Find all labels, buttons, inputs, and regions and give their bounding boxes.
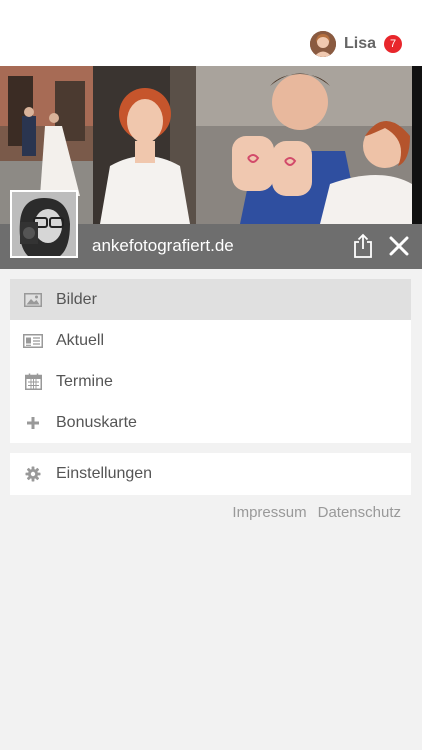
main-menu: Bilder Aktuell Termine Bonuskarte [10, 279, 411, 443]
share-button[interactable] [350, 232, 376, 260]
image-icon [10, 292, 56, 307]
menu-item-bonuskarte[interactable]: Bonuskarte [10, 402, 411, 443]
gear-icon [10, 466, 56, 482]
top-bar: Lisa 7 [0, 0, 422, 66]
profile-thumbnail[interactable] [10, 190, 78, 258]
menu-item-aktuell[interactable]: Aktuell [10, 320, 411, 361]
datenschutz-link[interactable]: Datenschutz [318, 504, 401, 521]
close-button[interactable] [386, 233, 412, 259]
settings-label: Einstellungen [56, 465, 153, 482]
site-name: ankefotografiert.de [92, 236, 234, 255]
menu-item-termine[interactable]: Termine [10, 361, 411, 402]
menu-item-label: Bilder [56, 290, 97, 308]
share-icon [354, 233, 372, 258]
user-profile[interactable]: Lisa 7 [309, 30, 402, 58]
menu-item-label: Bonuskarte [56, 413, 137, 431]
newspaper-icon [10, 333, 56, 348]
plus-icon [10, 416, 56, 430]
cover-photo-2 [93, 66, 196, 224]
notification-badge[interactable]: 7 [384, 35, 402, 53]
footer-links: Impressum Datenschutz [221, 504, 401, 521]
menu-item-label: Termine [56, 372, 113, 390]
calendar-icon [10, 373, 56, 390]
user-name: Lisa [343, 35, 376, 52]
impressum-link[interactable]: Impressum [232, 504, 306, 521]
user-avatar[interactable] [309, 31, 336, 57]
close-icon [389, 236, 409, 256]
menu-item-einstellungen[interactable]: Einstellungen [10, 453, 411, 495]
menu-item-label: Aktuell [56, 331, 105, 349]
menu-item-bilder[interactable]: Bilder [10, 279, 411, 320]
cover-photo-3 [196, 66, 412, 224]
